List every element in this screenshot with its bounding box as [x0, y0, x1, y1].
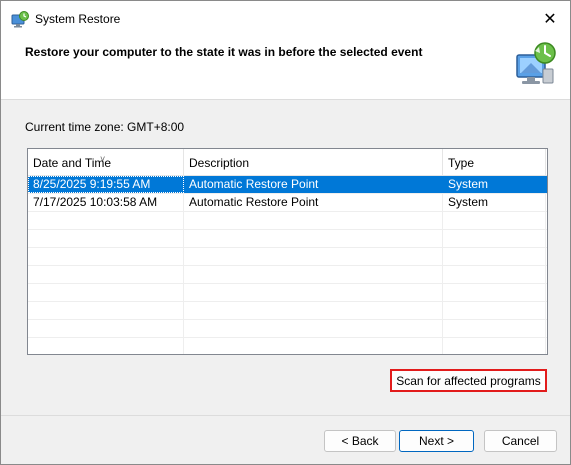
table-row[interactable]: 8/25/2025 9:19:55 AM Automatic Restore P… — [28, 176, 547, 194]
empty-row — [28, 320, 547, 338]
header-title: Restore your computer to the state it wa… — [25, 45, 423, 59]
column-label-type: Type — [448, 156, 475, 170]
empty-row — [28, 248, 547, 266]
column-header-date[interactable]: ˅ Date and Time — [28, 149, 184, 175]
next-button[interactable]: Next > — [399, 430, 474, 452]
title-bar: System Restore ✕ — [1, 1, 570, 37]
window-title: System Restore — [35, 12, 121, 26]
sort-indicator-icon: ˅ — [100, 154, 106, 164]
timezone-label: Current time zone: GMT+8:00 — [25, 120, 185, 134]
back-button[interactable]: < Back — [324, 430, 396, 452]
empty-row — [28, 266, 547, 284]
cell-date: 7/17/2025 10:03:58 AM — [28, 194, 184, 211]
restore-computer-icon — [516, 42, 556, 84]
column-header-description[interactable]: Description — [184, 149, 443, 175]
footer-divider — [1, 415, 570, 416]
scan-affected-programs-button[interactable]: Scan for affected programs — [390, 369, 547, 392]
close-button[interactable]: ✕ — [530, 1, 570, 37]
cell-type: System — [443, 176, 546, 193]
cancel-button[interactable]: Cancel — [484, 430, 557, 452]
restore-points-list[interactable]: ˅ Date and Time Description Type 8/25/20… — [27, 148, 548, 355]
empty-row — [28, 230, 547, 248]
system-restore-window: System Restore ✕ Restore your computer t… — [0, 0, 571, 465]
empty-row — [28, 302, 547, 320]
cell-type: System — [443, 194, 546, 211]
system-restore-icon — [11, 11, 29, 28]
cell-description: Automatic Restore Point — [184, 176, 443, 193]
column-header-type[interactable]: Type — [443, 149, 546, 175]
table-row[interactable]: 7/17/2025 10:03:58 AM Automatic Restore … — [28, 194, 547, 212]
close-icon: ✕ — [543, 11, 557, 28]
wizard-header: Restore your computer to the state it wa… — [1, 37, 570, 100]
empty-row — [28, 212, 547, 230]
list-rows: 8/25/2025 9:19:55 AM Automatic Restore P… — [28, 176, 547, 354]
column-label-description: Description — [189, 156, 250, 170]
empty-row — [28, 338, 547, 354]
cell-date: 8/25/2025 9:19:55 AM — [28, 176, 184, 193]
empty-row — [28, 284, 547, 302]
cell-description: Automatic Restore Point — [184, 194, 443, 211]
list-header: ˅ Date and Time Description Type — [28, 149, 547, 176]
